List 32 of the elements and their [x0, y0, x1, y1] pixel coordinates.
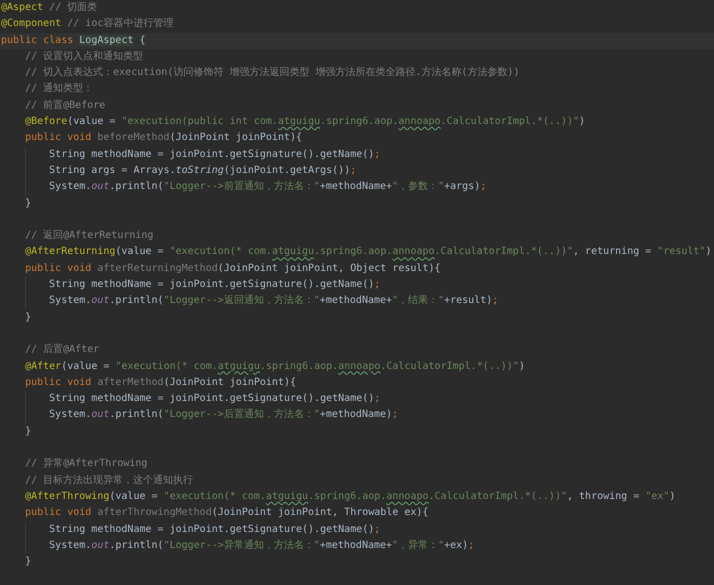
- code-line: }: [24, 310, 32, 325]
- code-line: // 设置切入点和通知类型: [24, 50, 144, 64]
- code-line: @AfterReturning(value = "execution(* com.atguigu.spring6.aop.annoapo.CalculatorImpl.*(..))", returning = "result"): [24, 245, 712, 260]
- code-line: public void afterReturningMethod(JoinPoint joinPoint, Object result){: [24, 262, 441, 276]
- code-line: }: [24, 424, 32, 439]
- code-line: System.out.println("Logger-->返回通知，方法名："+methodName+"，结果："+result);: [48, 294, 498, 308]
- code-line: }: [24, 555, 32, 570]
- code-line: String methodName = joinPoint.getSignature().getName();: [48, 278, 380, 292]
- code-line: public void afterMethod(JoinPoint joinPoint){: [24, 376, 296, 390]
- code-line: public void beforeMethod(JoinPoint joinPoint){: [24, 131, 302, 146]
- code-line: System.out.println("Logger-->后置通知，方法名："+methodName);: [48, 408, 398, 422]
- code-line: // 异常@AfterThrowing: [24, 456, 148, 472]
- code-line: // 后置@After: [24, 342, 100, 358]
- code-line: // 切入点表达式：execution(访问修饰符 增强方法返回类型 增强方法所在类全路径.方法名称(方法参数)): [24, 66, 520, 80]
- code-line: System.out.println("Logger-->前置通知，方法名："+methodName+"，参数："+args);: [48, 180, 486, 194]
- code-line: // 前置@Before: [24, 98, 106, 113]
- code-line: @AfterThrowing(value = "execution(* com.atguigu.spring6.aop.annoapo.CalculatorImpl.*(..))", throwing = "ex"): [24, 490, 676, 504]
- code-line: @After(value = "execution(* com.atguigu.spring6.aop.annoapo.CalculatorImpl.*(..))"): [24, 360, 525, 374]
- code-line: // 目标方法出现异常，这个通知执行: [24, 474, 194, 488]
- code-line: public class LogAspect {: [1, 34, 146, 48]
- code-line: public void afterThrowingMethod(JoinPoint joinPoint, Throwable ex){: [24, 506, 428, 520]
- code-line: @Before(value = "execution(public int com.atguigu.spring6.aop.annoapo.CalculatorImpl.*(..))"): [24, 115, 586, 130]
- code-line: String args = Arrays.toString(joinPoint.getArgs());: [48, 164, 356, 178]
- code-line: @Aspect // 切面类: [1, 0, 98, 15]
- code-line: String methodName = joinPoint.getSignature().getName();: [48, 392, 380, 406]
- code-line: System.out.println("Logger-->异常通知，方法名："+methodName+"，异常："+ex);: [48, 538, 474, 553]
- code-line: }: [24, 196, 32, 211]
- code-line: String methodName = joinPoint.getSignature().getName();: [48, 148, 380, 162]
- code-line: @Component // ioc容器中进行管理: [1, 16, 174, 32]
- code-line: // 通知类型：: [24, 82, 94, 96]
- code-line: // 返回@AfterReturning: [24, 228, 154, 244]
- code-line: String methodName = joinPoint.getSignature().getName();: [48, 522, 380, 536]
